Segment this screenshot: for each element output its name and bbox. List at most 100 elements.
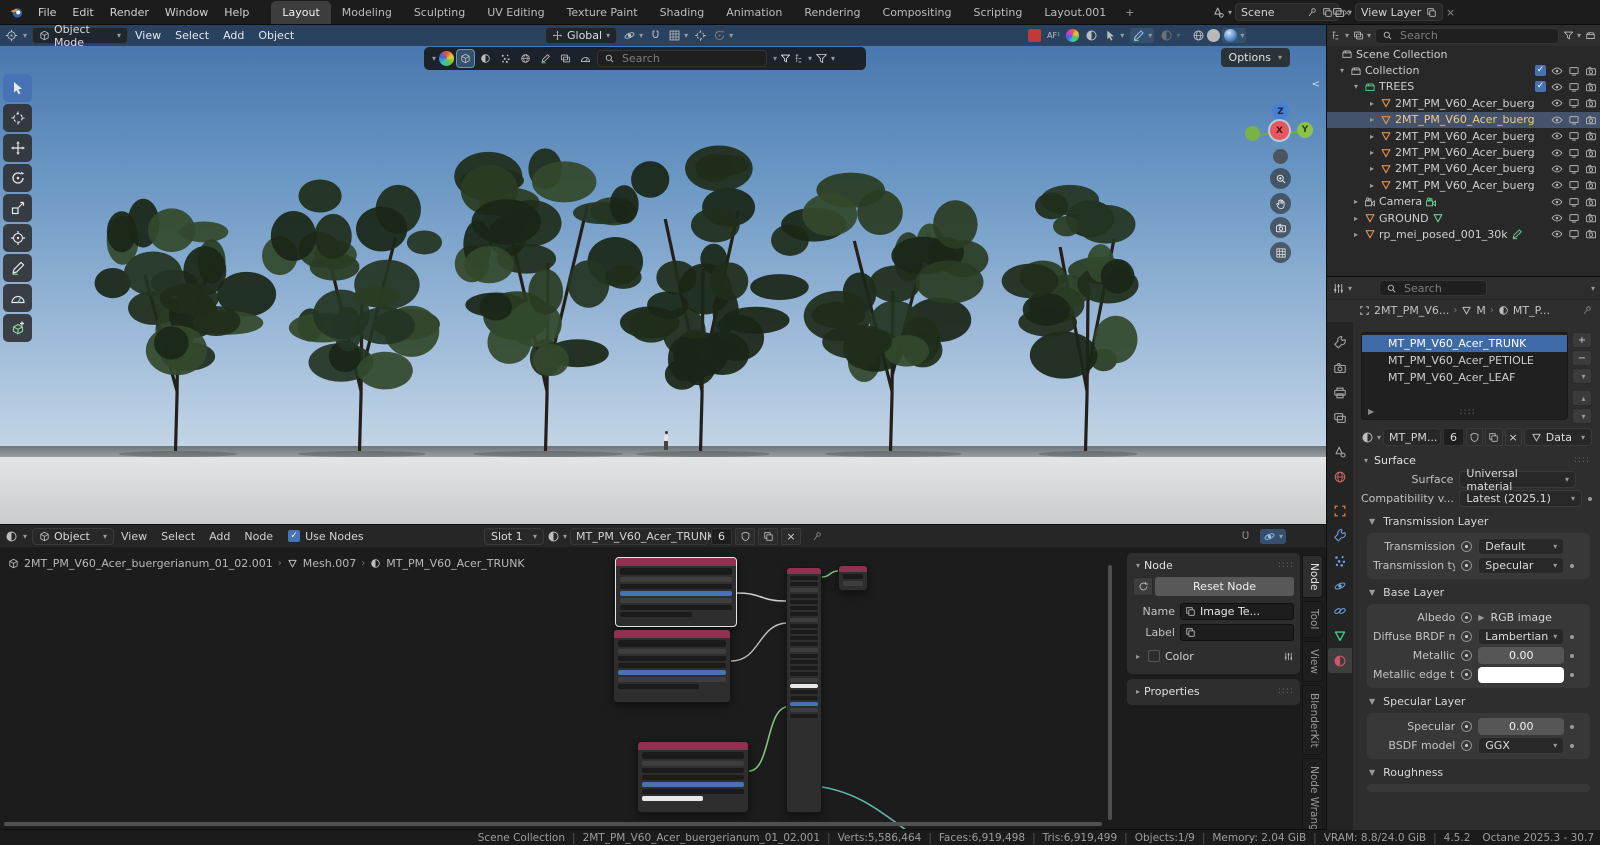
roughness-header[interactable]: ▼ Roughness bbox=[1353, 763, 1600, 781]
eye-icon[interactable] bbox=[1551, 179, 1563, 191]
render-visibility-icon[interactable] bbox=[1585, 81, 1597, 93]
overlays-dropdown[interactable]: ▾ bbox=[1130, 28, 1155, 43]
snap-pivot-button[interactable]: ▾ bbox=[623, 29, 643, 42]
properties-editor-type-button[interactable]: ▾ bbox=[1332, 282, 1352, 295]
tab-scene[interactable] bbox=[1328, 439, 1352, 464]
remove-slot-button[interactable]: − bbox=[1572, 350, 1592, 366]
material-slot-trunk[interactable]: MT_PM_V60_Acer_TRUNK bbox=[1362, 335, 1567, 352]
node-image-texture-selected[interactable] bbox=[615, 557, 737, 627]
collapse-icon[interactable]: ▾ bbox=[1351, 82, 1361, 91]
bk-category-hdr-icon[interactable] bbox=[557, 50, 574, 67]
render-passes-icon[interactable] bbox=[1028, 29, 1041, 42]
tab-scripting[interactable]: Scripting bbox=[962, 1, 1033, 24]
outliner-row-rp-mei[interactable]: ▸ rp_mei_posed_001_30k bbox=[1327, 226, 1600, 242]
vp-menu-object[interactable]: Object bbox=[251, 29, 301, 42]
keyframe-dot[interactable] bbox=[1570, 563, 1575, 568]
specular-slider[interactable]: 0.00 bbox=[1478, 718, 1565, 735]
surface-dropdown[interactable]: Universal material ▾ bbox=[1459, 467, 1576, 493]
eye-icon[interactable] bbox=[1551, 163, 1563, 175]
outliner-row-ground[interactable]: ▸ GROUND bbox=[1327, 210, 1600, 226]
keyframe-dot[interactable] bbox=[1570, 653, 1575, 658]
render-visibility-icon[interactable] bbox=[1585, 97, 1597, 109]
viewport-visibility-icon[interactable] bbox=[1568, 65, 1580, 77]
expand-icon[interactable]: ▸ bbox=[1367, 115, 1377, 124]
tool-rotate[interactable] bbox=[3, 164, 32, 192]
editor-type-button[interactable]: ▾ bbox=[0, 29, 32, 42]
collapse-icon[interactable]: ▾ bbox=[1337, 66, 1347, 75]
tab-particles[interactable] bbox=[1328, 548, 1352, 573]
outliner-row-tree-object[interactable]: ▸ 2MT_PM_V60_Acer_buerg bbox=[1327, 128, 1600, 144]
transmission-dropdown[interactable]: Default ▾ bbox=[1478, 538, 1565, 555]
tab-texture-paint[interactable]: Texture Paint bbox=[556, 1, 649, 24]
color-wheel-icon[interactable] bbox=[1066, 29, 1080, 42]
material-name-field[interactable]: MT_PM... bbox=[1383, 428, 1442, 446]
move-slot-up-button[interactable]: ▴ bbox=[1572, 390, 1592, 406]
tab-node[interactable]: Node bbox=[1302, 555, 1323, 599]
menu-edit[interactable]: Edit bbox=[64, 6, 101, 19]
bk-search-input[interactable] bbox=[620, 51, 761, 66]
copy-icon[interactable] bbox=[1426, 7, 1437, 18]
render-visibility-icon[interactable] bbox=[1585, 163, 1597, 175]
material-slot-leaf[interactable]: MT_PM_V60_Acer_LEAF bbox=[1362, 369, 1567, 386]
bk-category-world-icon[interactable] bbox=[517, 50, 534, 67]
gizmo-z-axis[interactable]: Z bbox=[1272, 103, 1289, 120]
tool-move[interactable] bbox=[3, 134, 32, 162]
node-image-texture-2[interactable] bbox=[613, 629, 731, 703]
driver-decorator[interactable] bbox=[1461, 612, 1473, 623]
sidebar-collapse-arrow[interactable]: < bbox=[1312, 79, 1320, 90]
eye-icon[interactable] bbox=[1551, 130, 1563, 142]
driver-decorator[interactable] bbox=[1461, 560, 1473, 571]
outliner-row-trees[interactable]: ▾ TREES ✓ bbox=[1327, 79, 1600, 95]
edge-tint-color-swatch[interactable] bbox=[1478, 666, 1565, 683]
tab-blenderkit[interactable]: BlenderKit bbox=[1302, 684, 1323, 756]
bsdf-dropdown[interactable]: GGX ▾ bbox=[1478, 737, 1565, 754]
menu-render[interactable]: Render bbox=[102, 6, 157, 19]
tab-constraints[interactable] bbox=[1328, 598, 1352, 623]
bk-category-ramp-icon[interactable] bbox=[577, 50, 594, 67]
shading-solid-button[interactable] bbox=[1207, 29, 1221, 42]
v-scrollbar[interactable] bbox=[1108, 565, 1112, 820]
bk-collapse-icon[interactable]: ▾ bbox=[432, 54, 436, 63]
add-workspace-button[interactable]: + bbox=[1117, 1, 1142, 24]
expand-icon[interactable]: ▸ bbox=[1351, 197, 1361, 206]
render-visibility-icon[interactable] bbox=[1585, 130, 1597, 142]
expand-icon[interactable]: ▸ bbox=[1133, 652, 1143, 661]
tool-add-cube[interactable] bbox=[3, 314, 32, 342]
node-label-field[interactable] bbox=[1180, 623, 1294, 641]
tab-modifiers[interactable] bbox=[1328, 523, 1352, 548]
snap-magnet-toggle[interactable] bbox=[649, 29, 662, 42]
ortho-toggle-button[interactable] bbox=[1270, 242, 1291, 263]
tab-view[interactable]: View bbox=[1302, 640, 1323, 682]
blenderkit-logo-icon[interactable] bbox=[439, 51, 455, 66]
bookmark-icon[interactable] bbox=[780, 53, 791, 64]
scene-browse-button[interactable]: ▾ bbox=[1212, 6, 1232, 19]
expand-icon[interactable]: ▸ bbox=[1367, 164, 1377, 173]
refresh-icon-button[interactable] bbox=[1133, 577, 1153, 596]
bk-category-model-icon[interactable] bbox=[456, 49, 476, 68]
driver-decorator[interactable] bbox=[1461, 721, 1473, 732]
menu-window[interactable]: Window bbox=[157, 6, 216, 19]
tab-uv-editing[interactable]: UV Editing bbox=[476, 1, 555, 24]
node-output[interactable] bbox=[838, 565, 868, 591]
node-image-texture-3[interactable] bbox=[637, 741, 749, 813]
color-checkbox[interactable] bbox=[1148, 650, 1160, 662]
viewport-visibility-icon[interactable] bbox=[1568, 196, 1580, 208]
properties-options-icon[interactable]: ▾ bbox=[1591, 284, 1595, 293]
snap-settings-button[interactable]: ▾ bbox=[668, 29, 688, 42]
eye-icon[interactable] bbox=[1551, 114, 1563, 126]
view-layer-browse-button[interactable]: ▾ bbox=[1332, 6, 1352, 19]
albedo-value[interactable]: RGB image bbox=[1490, 611, 1551, 624]
gizmo-x-axis[interactable]: X bbox=[1270, 121, 1289, 140]
gizmo-y-axis[interactable]: Y bbox=[1297, 122, 1313, 138]
eye-icon[interactable] bbox=[1551, 196, 1563, 208]
menu-help[interactable]: Help bbox=[216, 6, 257, 19]
viewport-visibility-icon[interactable] bbox=[1568, 147, 1580, 159]
tab-render[interactable] bbox=[1328, 355, 1352, 380]
eye-icon[interactable] bbox=[1551, 147, 1563, 159]
outliner-row-camera[interactable]: ▸ Camera bbox=[1327, 194, 1600, 210]
proportional-edit-toggle[interactable] bbox=[694, 29, 707, 42]
new-material-button[interactable] bbox=[1485, 428, 1503, 446]
tab-animation[interactable]: Animation bbox=[715, 1, 793, 24]
tab-layout-001[interactable]: Layout.001 bbox=[1033, 1, 1117, 24]
viewport-visibility-icon[interactable] bbox=[1568, 114, 1580, 126]
